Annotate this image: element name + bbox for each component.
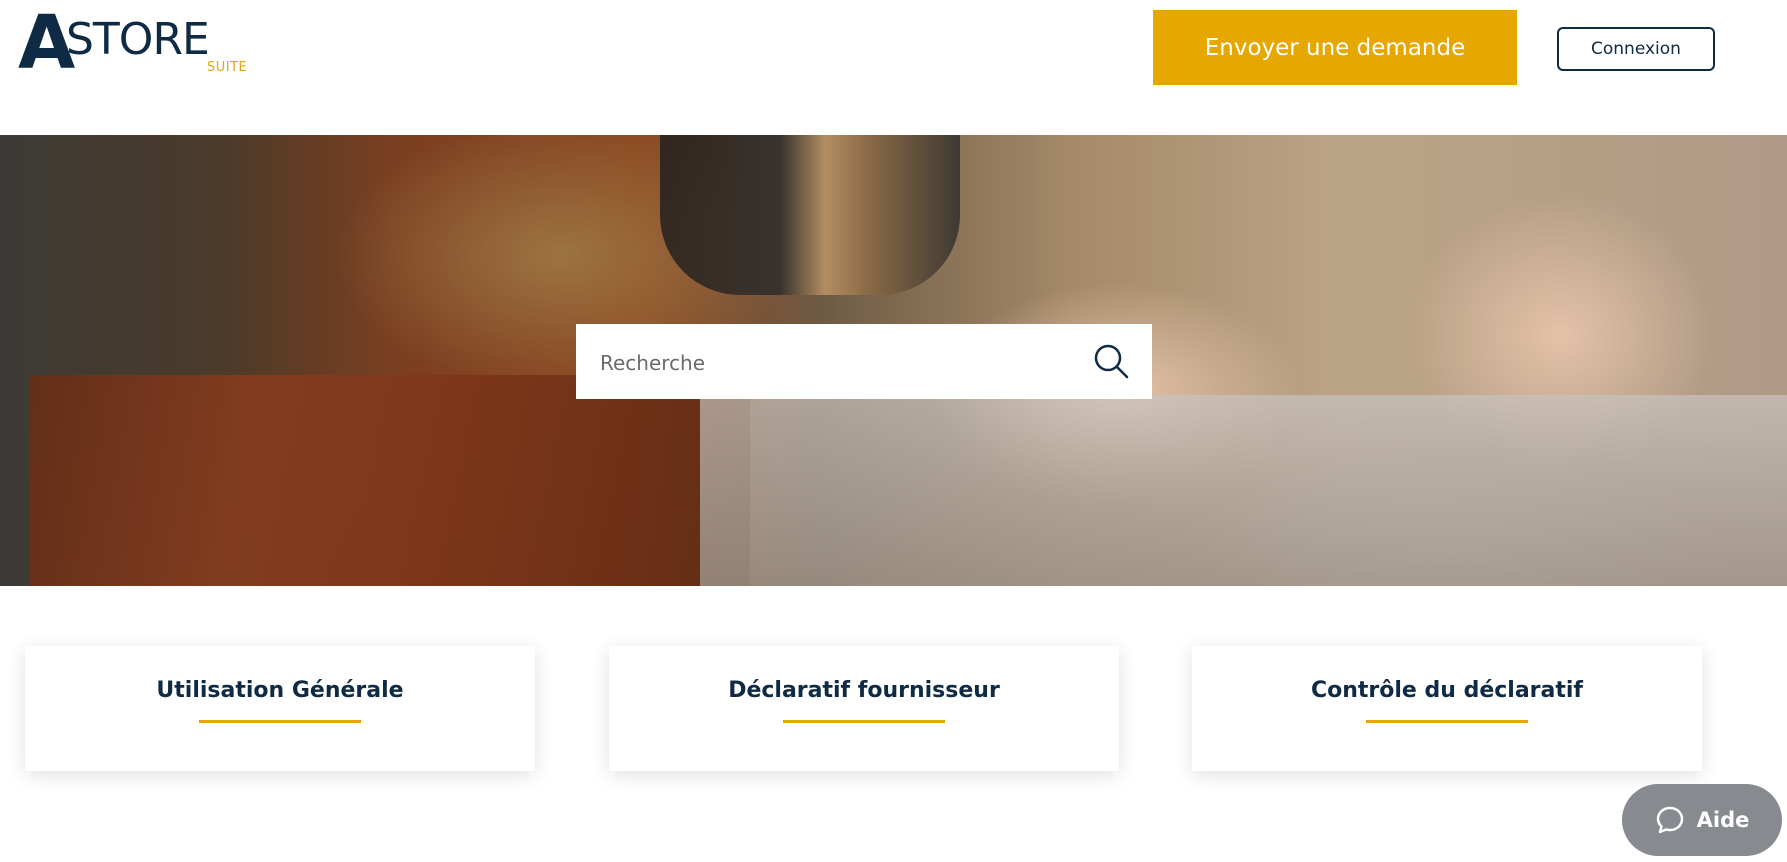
header: A STORE SUITE Envoyer une demande Connex… <box>0 0 1787 135</box>
logo-letter: A <box>18 0 75 86</box>
card-underline <box>1366 720 1528 723</box>
astore-suite-logo[interactable]: A STORE SUITE <box>18 6 258 80</box>
help-button[interactable]: Aide <box>1622 784 1782 856</box>
hero-image-bracelets <box>660 135 960 295</box>
page: A STORE SUITE Envoyer une demande Connex… <box>0 0 1787 862</box>
send-request-button[interactable]: Envoyer une demande <box>1153 10 1517 85</box>
logo-sub: SUITE <box>207 60 248 75</box>
category-card-utilisation-generale[interactable]: Utilisation Générale <box>25 646 535 771</box>
card-underline <box>199 720 361 723</box>
card-underline <box>783 720 945 723</box>
card-title: Contrôle du déclaratif <box>1310 678 1583 703</box>
help-label: Aide <box>1696 808 1750 832</box>
category-card-declaratif-fournisseur[interactable]: Déclaratif fournisseur <box>609 646 1119 771</box>
search-icon[interactable] <box>1092 342 1130 380</box>
hero-image-wood <box>30 375 750 586</box>
logo-word: STORE <box>66 14 210 65</box>
hero-image-laptop <box>700 395 1787 586</box>
hero-banner <box>0 135 1787 586</box>
search-box <box>576 324 1152 401</box>
card-title: Utilisation Générale <box>156 678 404 703</box>
login-button[interactable]: Connexion <box>1557 27 1715 71</box>
category-card-controle-du-declaratif[interactable]: Contrôle du déclaratif <box>1192 646 1702 771</box>
search-input[interactable] <box>598 324 1072 401</box>
card-title: Déclaratif fournisseur <box>728 678 1000 703</box>
chat-bubble-icon <box>1656 806 1683 834</box>
